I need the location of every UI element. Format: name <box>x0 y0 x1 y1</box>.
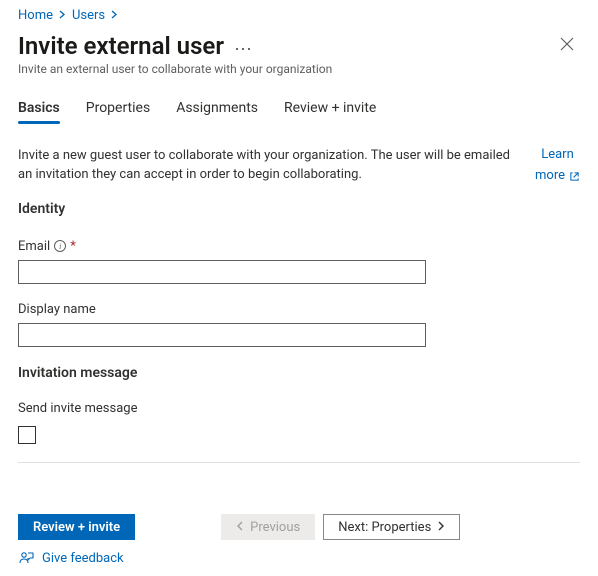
learn-more-line2: more <box>535 168 565 185</box>
breadcrumb: Home Users <box>18 8 580 23</box>
review-invite-button[interactable]: Review + invite <box>18 514 135 540</box>
chevron-left-icon <box>236 521 244 534</box>
more-actions-icon[interactable]: ⋯ <box>234 41 252 59</box>
display-name-label: Display name <box>18 302 96 317</box>
previous-button-label: Previous <box>250 520 300 535</box>
give-feedback-link[interactable]: Give feedback <box>18 550 580 566</box>
identity-heading: Identity <box>18 201 580 217</box>
give-feedback-label: Give feedback <box>42 551 124 566</box>
tab-properties[interactable]: Properties <box>86 94 150 124</box>
tab-assignments[interactable]: Assignments <box>176 94 258 124</box>
footer-divider <box>18 462 580 463</box>
info-icon[interactable]: i <box>54 240 66 252</box>
next-button-label: Next: Properties <box>338 520 431 535</box>
email-field[interactable] <box>18 260 426 284</box>
chevron-right-icon <box>59 10 66 22</box>
required-mark: * <box>70 239 76 254</box>
tab-review-invite[interactable]: Review + invite <box>284 94 376 124</box>
email-label: Email <box>18 239 50 254</box>
send-invite-label: Send invite message <box>18 401 138 416</box>
external-link-icon <box>569 171 580 182</box>
intro-text: Invite a new guest user to collaborate w… <box>18 147 517 185</box>
learn-more-line1: Learn <box>541 147 574 164</box>
feedback-icon <box>18 550 34 566</box>
tab-basics[interactable]: Basics <box>18 94 60 124</box>
page-title: Invite external user <box>18 32 224 60</box>
footer: Review + invite Previous Next: Propertie… <box>0 504 598 576</box>
invitation-heading: Invitation message <box>18 365 580 381</box>
send-invite-checkbox[interactable] <box>18 426 36 444</box>
breadcrumb-item-home[interactable]: Home <box>18 8 53 23</box>
tab-bar: Basics Properties Assignments Review + i… <box>18 94 580 124</box>
close-button[interactable] <box>554 31 580 60</box>
learn-more-link[interactable]: Learn more <box>535 147 580 185</box>
page-subtitle: Invite an external user to collaborate w… <box>18 62 580 76</box>
display-name-field[interactable] <box>18 323 426 347</box>
chevron-right-icon <box>437 521 445 534</box>
previous-button: Previous <box>221 514 315 540</box>
next-button[interactable]: Next: Properties <box>323 514 460 540</box>
chevron-right-icon <box>111 10 118 22</box>
breadcrumb-item-users[interactable]: Users <box>72 8 105 23</box>
